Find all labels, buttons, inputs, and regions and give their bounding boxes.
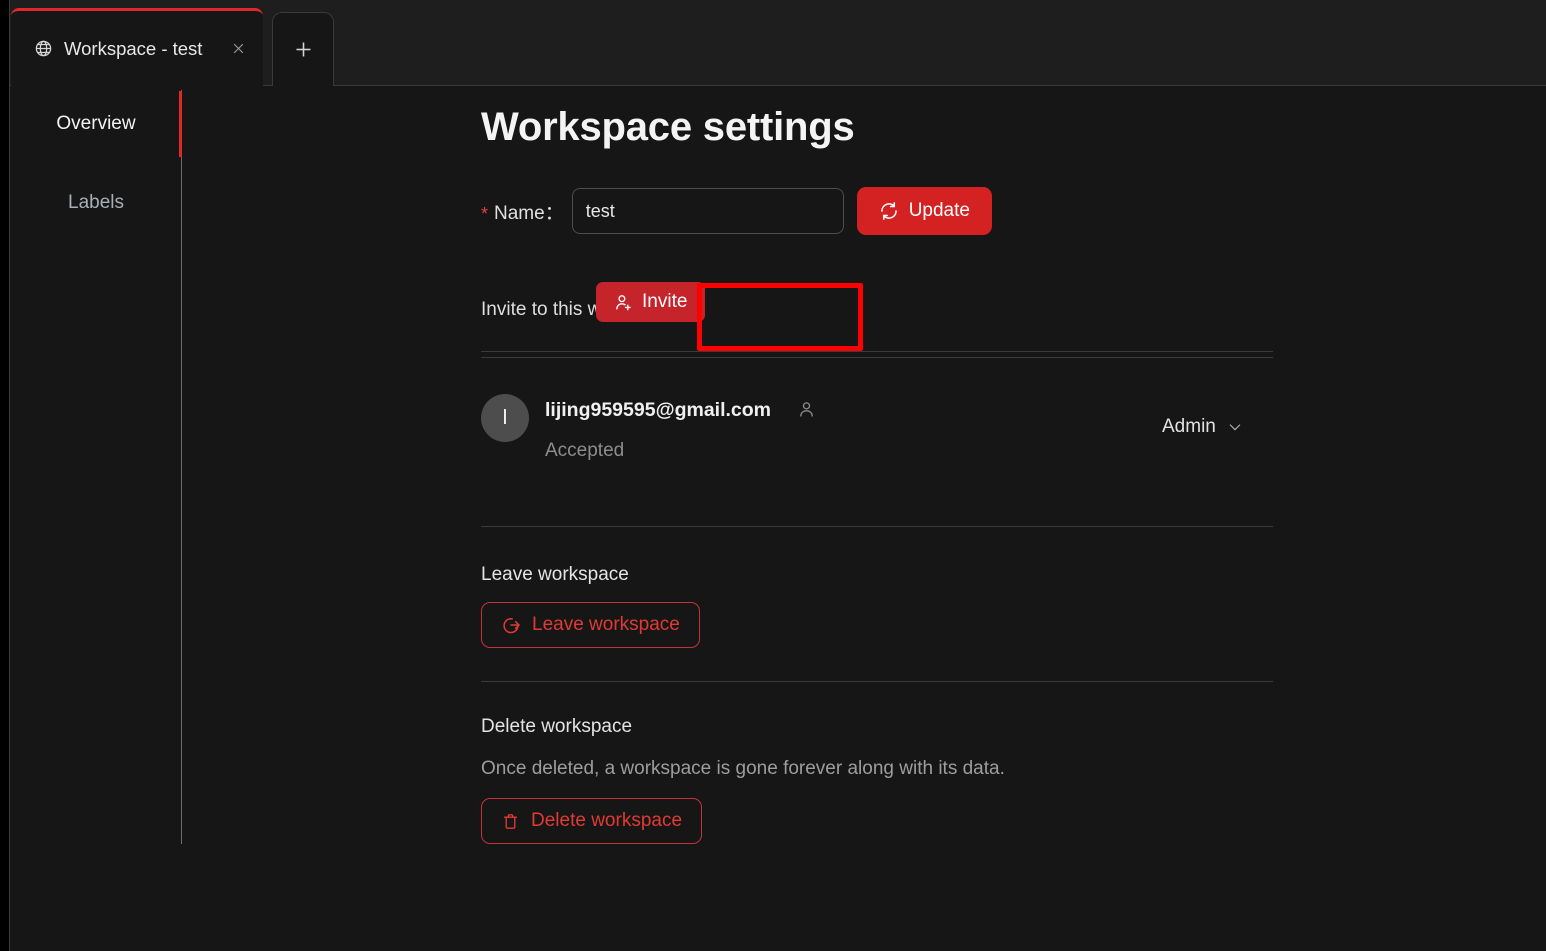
delete-workspace-button[interactable]: Delete workspace [481,798,703,844]
browser-tab-bar: Workspace - test [10,0,1546,86]
required-marker: * [481,204,489,224]
plus-icon [293,39,314,60]
divider [481,357,1273,358]
browser-tab-title: Workspace - test [64,37,203,59]
member-list-item: l lijing959595@gmail.com Accepted Admin [481,394,1273,478]
divider [481,526,1273,527]
workspace-name-row: * Name： Update [481,187,992,235]
member-role-dropdown[interactable]: Admin [1162,416,1243,438]
close-icon[interactable] [227,38,249,60]
leave-workspace-button[interactable]: Leave workspace [481,602,700,648]
member-role-value: Admin [1162,416,1216,437]
person-icon [797,400,816,419]
avatar: l [481,394,529,442]
workspace-name-input[interactable] [571,188,844,234]
delete-workspace-heading: Delete workspace [481,716,633,737]
leave-workspace-button-label: Leave workspace [532,614,680,635]
divider [481,681,1273,682]
new-tab-button[interactable] [272,12,334,86]
invite-button-highlight-annotation [697,283,863,351]
content-area: Overview Labels Workspace settings * Nam… [10,86,1546,951]
application-window: Workspace - test Overview Labels Workspa… [9,0,1546,951]
delete-workspace-button-label: Delete workspace [531,810,683,831]
page-title: Workspace settings [481,105,855,149]
chevron-down-icon [1227,419,1243,435]
refresh-icon [879,201,899,221]
sidebar-item-labels[interactable]: Labels [10,170,182,236]
user-plus-icon [614,293,633,312]
invite-button-label: Invite [642,291,688,312]
sidebar-item-label: Labels [68,192,124,213]
invite-button[interactable]: Invite [596,282,706,322]
divider [481,351,1273,352]
trash-icon [501,812,520,831]
update-button-label: Update [908,200,970,221]
browser-tab-workspace-test[interactable]: Workspace - test [11,8,263,86]
member-status: Accepted [545,440,625,461]
main-panel: Workspace settings * Name： Update [182,86,1546,951]
workspace-name-label: Name： [494,202,564,224]
member-email: lijing959595@gmail.com [545,399,772,421]
update-button[interactable]: Update [856,187,992,235]
sidebar-item-overview[interactable]: Overview [10,91,182,157]
leave-workspace-heading: Leave workspace [481,564,629,585]
sidebar-item-label: Overview [56,113,136,134]
delete-workspace-description: Once deleted, a workspace is gone foreve… [481,758,1005,779]
sidebar: Overview Labels [10,86,182,951]
logout-icon [501,615,521,635]
globe-icon [33,39,53,59]
